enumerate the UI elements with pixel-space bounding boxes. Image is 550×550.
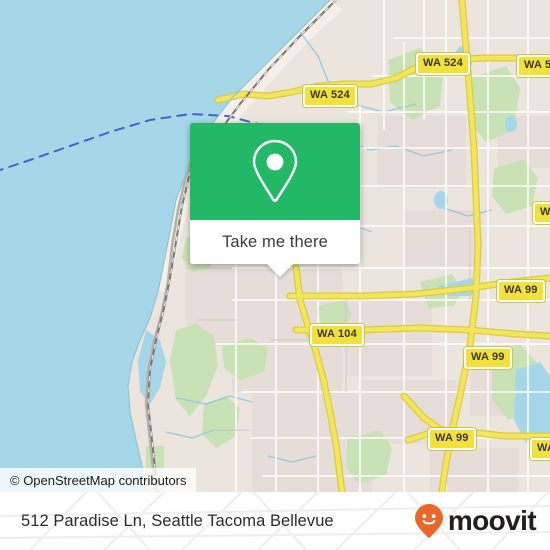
callout-header [190,123,360,220]
location-callout-card[interactable]: Take me there [190,123,360,277]
address-label: 512 Paradise Ln, Seattle Tacoma Bellevue [21,511,334,530]
moovit-smiley-pin-icon [414,504,443,538]
road-shield-wa-104[interactable]: WA 104 [310,324,364,346]
road-shield-wa-524-a[interactable]: WA 524 [416,53,470,75]
callout-tail-pointer [266,263,294,277]
moovit-logo[interactable]: moovit [414,503,537,539]
location-pin-icon [252,139,298,202]
map-screenshot: WA 524 WA 524 WA 52 W WA 99 WA 104 WA 99… [0,0,550,550]
take-me-there-label: Take me there [222,232,328,251]
map-canvas[interactable]: WA 524 WA 524 WA 52 W WA 99 WA 104 WA 99… [0,0,550,492]
road-shield-wa-99-b[interactable]: WA 99 [464,347,512,369]
road-shield-wa-99-c[interactable]: WA 99 [428,428,476,450]
road-shield-wa-524-b[interactable]: WA 524 [303,85,357,107]
callout-action-bar[interactable]: Take me there [190,220,360,277]
footer-bar: 512 Paradise Ln, Seattle Tacoma Bellevue… [0,492,550,550]
attribution-bar[interactable]: © OpenStreetMap contributors [0,468,196,492]
road-shield-wa-clipped[interactable]: WA [530,438,550,460]
moovit-wordmark: moovit [447,505,537,536]
road-shield-wa-52-clipped[interactable]: WA 52 [517,55,550,77]
road-shield-w-clipped[interactable]: W [533,202,550,224]
road-shield-wa-99-a[interactable]: WA 99 [497,280,545,302]
attribution-text: © OpenStreetMap contributors [10,472,187,488]
